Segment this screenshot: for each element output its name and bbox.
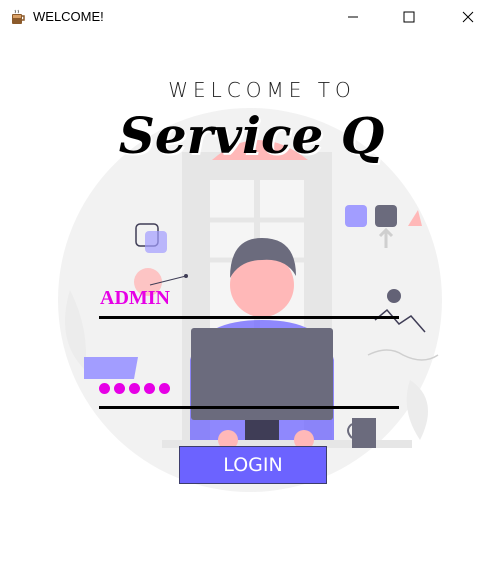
- brand-title: Service Q: [118, 106, 385, 165]
- square-filled-shape: [145, 231, 167, 253]
- plant-leaf-right: [406, 380, 428, 440]
- purple-square-shape: [345, 205, 367, 227]
- password-dot: [144, 383, 155, 394]
- grey-square-shape: [375, 205, 397, 227]
- mug: [352, 418, 376, 448]
- password-dot: [99, 383, 110, 394]
- password-dot: [159, 383, 170, 394]
- username-field[interactable]: ADMIN: [100, 287, 170, 310]
- password-field[interactable]: [99, 383, 170, 394]
- welcome-heading: WELCOME TO: [168, 78, 356, 102]
- username-underline: [99, 316, 399, 319]
- password-dot: [114, 383, 125, 394]
- tablet-shape: [84, 357, 138, 379]
- login-button[interactable]: LOGIN: [179, 446, 327, 484]
- password-dot: [129, 383, 140, 394]
- password-underline: [99, 406, 399, 409]
